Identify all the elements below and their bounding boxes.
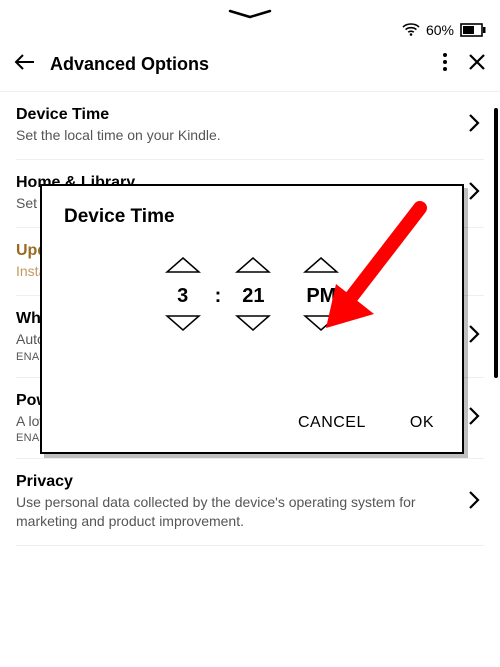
- chevron-right-icon: [468, 113, 480, 138]
- chevron-right-icon: [468, 181, 480, 206]
- device-time-dialog: Device Time 3 : 21: [40, 184, 464, 454]
- hour-picker: 3: [157, 256, 209, 337]
- cancel-button[interactable]: CANCEL: [298, 414, 366, 432]
- item-title: Device Time: [16, 106, 458, 124]
- hour-up-icon[interactable]: [163, 256, 203, 279]
- scrollbar[interactable]: [494, 108, 498, 378]
- dialog-actions: CANCEL OK: [298, 414, 434, 432]
- time-picker: 3 : 21 PM: [42, 256, 462, 337]
- more-icon[interactable]: [442, 52, 448, 77]
- time-colon: :: [215, 285, 222, 308]
- hour-down-icon[interactable]: [163, 314, 203, 337]
- ampm-value: PM: [301, 279, 341, 314]
- item-privacy[interactable]: Privacy Use personal data collected by t…: [16, 459, 484, 546]
- hour-value: 3: [163, 279, 203, 314]
- chevron-right-icon: [468, 490, 480, 515]
- page-title: Advanced Options: [50, 54, 442, 75]
- close-icon[interactable]: [468, 53, 486, 76]
- item-device-time[interactable]: Device Time Set the local time on your K…: [16, 92, 484, 160]
- ampm-picker: PM: [295, 256, 347, 337]
- battery-icon: [460, 23, 486, 37]
- header: Advanced Options: [0, 42, 500, 92]
- wifi-icon: [402, 23, 420, 37]
- dialog-title: Device Time: [42, 186, 462, 228]
- item-sub: Set the local time on your Kindle.: [16, 126, 458, 145]
- item-sub: Use personal data collected by the devic…: [16, 493, 458, 531]
- ampm-down-icon[interactable]: [301, 314, 341, 337]
- battery-percent: 60%: [426, 22, 454, 38]
- item-title: Privacy: [16, 473, 458, 491]
- back-icon[interactable]: [14, 53, 36, 76]
- ampm-up-icon[interactable]: [301, 256, 341, 279]
- minute-down-icon[interactable]: [233, 314, 273, 337]
- ok-button[interactable]: OK: [410, 414, 434, 432]
- chevron-right-icon: [468, 406, 480, 431]
- minute-value: 21: [233, 279, 273, 314]
- minute-up-icon[interactable]: [233, 256, 273, 279]
- swipe-handle: [0, 0, 500, 20]
- chevron-right-icon: [468, 324, 480, 349]
- minute-picker: 21: [227, 256, 279, 337]
